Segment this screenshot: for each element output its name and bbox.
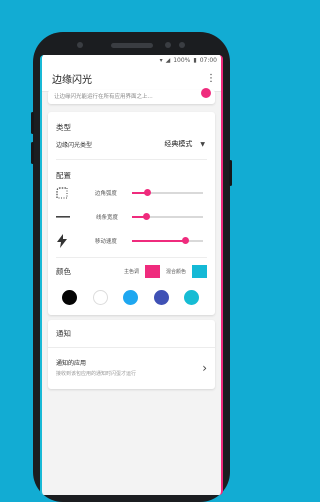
config-section-title: 配置 <box>56 171 71 180</box>
dropdown-arrow-icon: ▼ <box>200 140 205 148</box>
phone-frame: ▾ ◢ 100% ▮ 07:00 边缘闪光 ⋮ 让边缘闪光能运行在所有应用界面之… <box>31 32 232 502</box>
color-section-title: 颜色 <box>56 266 71 276</box>
primary-color-label: 主色调 <box>123 268 139 275</box>
palette-color-dot[interactable] <box>92 290 108 305</box>
overlay-description: 让边缘闪光能运行在所有应用界面之上... <box>54 94 153 100</box>
earpiece-speaker <box>111 43 153 48</box>
palette-color-dot[interactable] <box>62 290 77 305</box>
screen: ▾ ◢ 100% ▮ 07:00 边缘闪光 ⋮ 让边缘闪光能运行在所有应用界面之… <box>40 55 223 495</box>
app-bar: 边缘闪光 ⋮ <box>42 65 221 92</box>
clock: 07:00 <box>199 56 217 64</box>
mix-color-label: 混合颜色 <box>165 268 186 275</box>
settings-card: 类型 边缘闪光类型 经典模式 ▼ 配置 边角弧度 线条宽度 移动速度 颜色 主色… <box>48 112 215 315</box>
notify-card: 通知 通知的应用 接收到该包应用的通知时闪蛋才运行 › <box>48 320 215 389</box>
notify-apps-item[interactable]: 通知的应用 接收到该包应用的通知时闪蛋才运行 › <box>48 348 215 389</box>
overlay-permission-card[interactable]: 让边缘闪光能运行在所有应用界面之上... <box>48 88 215 104</box>
speed-label: 移动速度 <box>94 239 117 245</box>
type-label: 边缘闪光类型 <box>56 141 93 149</box>
corner-radius-row: 边角弧度 <box>48 181 215 205</box>
wifi-icon: ▾ <box>159 56 163 64</box>
front-camera-2 <box>179 42 185 48</box>
palette-color-dot[interactable] <box>184 290 199 305</box>
speed-slider[interactable] <box>131 237 203 244</box>
slider-thumb[interactable] <box>182 237 190 244</box>
slider-thumb[interactable] <box>143 213 151 220</box>
line-width-label: 线条宽度 <box>96 215 119 221</box>
front-camera <box>77 42 83 48</box>
type-dropdown[interactable]: 经典模式 ▼ <box>164 139 205 149</box>
app-title: 边缘闪光 <box>52 74 92 86</box>
volume-button <box>31 112 34 134</box>
notify-apps-title: 通知的应用 <box>56 360 87 367</box>
line-width-slider[interactable] <box>132 213 203 220</box>
palette-color-dot[interactable] <box>153 290 169 305</box>
color-palette <box>48 282 215 315</box>
volume-button <box>31 142 34 164</box>
slider-thumb[interactable] <box>144 189 152 196</box>
battery-icon: ▮ <box>193 56 197 64</box>
type-section-title: 类型 <box>56 123 71 132</box>
primary-color-swatch[interactable] <box>144 264 160 278</box>
speed-row: 移动速度 <box>48 229 215 253</box>
chevron-right-icon: › <box>202 360 207 375</box>
mix-color-swatch[interactable] <box>192 264 207 278</box>
type-row: 边缘闪光类型 经典模式 ▼ <box>48 133 215 155</box>
notify-apps-description: 接收到该包应用的通知时闪蛋才运行 <box>56 371 137 377</box>
signal-icon: ◢ <box>165 56 171 64</box>
notify-section-title: 通知 <box>48 320 215 348</box>
color-swatches: 主色调 混合颜色 <box>123 264 207 278</box>
line-width-row: 线条宽度 <box>48 205 215 229</box>
color-header: 颜色 主色调 混合颜色 <box>48 258 215 282</box>
type-selected: 经典模式 <box>164 140 193 148</box>
corner-radius-slider[interactable] <box>131 189 203 196</box>
status-bar: ▾ ◢ 100% ▮ 07:00 <box>42 55 221 65</box>
corner-radius-label: 边角弧度 <box>94 191 117 197</box>
proximity-sensor <box>165 42 171 48</box>
palette-color-dot[interactable] <box>123 290 138 305</box>
overlay-switch[interactable] <box>201 88 211 98</box>
battery-level: 100% <box>173 56 191 64</box>
power-button <box>229 160 232 186</box>
more-icon[interactable]: ⋮ <box>206 73 216 84</box>
